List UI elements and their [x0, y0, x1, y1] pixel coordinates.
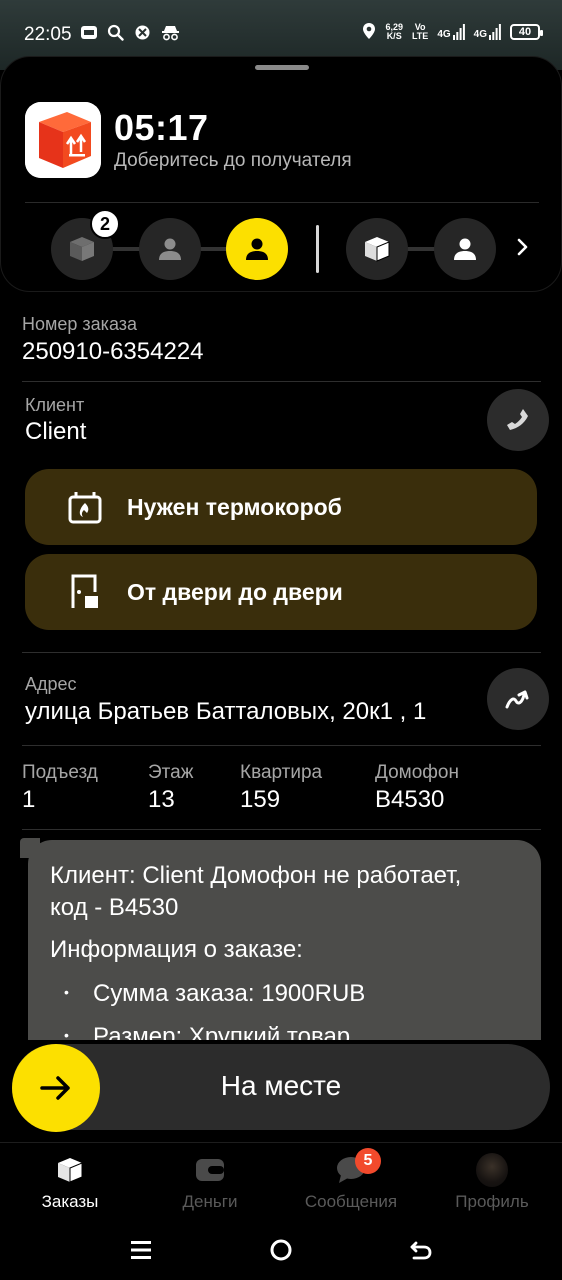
- floor-value: 13: [148, 786, 175, 813]
- tab-label: Заказы: [41, 1192, 99, 1211]
- client-label: Клиент: [25, 395, 85, 415]
- back-icon[interactable]: [407, 1236, 435, 1264]
- step-sender[interactable]: [139, 218, 201, 280]
- step-next-recipient[interactable]: [434, 218, 496, 280]
- route-icon: [505, 690, 529, 709]
- status-left-icons: [80, 24, 179, 41]
- comment-line-2: код - В4530: [50, 894, 179, 921]
- order-info-heading: Информация о заказе:: [50, 936, 303, 963]
- arrived-slider-knob[interactable]: [12, 1044, 100, 1132]
- order-header-sheet[interactable]: 05:17 Доберитесь до получателя 2: [0, 56, 562, 292]
- chat-icon: 5: [335, 1148, 381, 1186]
- order-number-value: 250910-6354224: [22, 338, 204, 365]
- volte-bottom: LTE: [411, 31, 429, 41]
- step-recipient-current[interactable]: [226, 218, 288, 280]
- divider: [25, 202, 539, 203]
- orders-box-icon: [54, 1154, 86, 1186]
- thermobox-icon: [65, 487, 105, 527]
- intercom-label: Домофон: [375, 762, 459, 783]
- entrance-value: 1: [22, 786, 36, 813]
- package-box-icon: [25, 102, 101, 178]
- divider: [22, 652, 541, 653]
- divider: [22, 829, 541, 830]
- chevron-right-icon[interactable]: [511, 235, 535, 259]
- signal-icon: [452, 24, 465, 40]
- door-icon: [65, 572, 105, 612]
- tab-label: Сообщения: [304, 1192, 398, 1211]
- status-right: 6,29 K/S Vo LTE 4G 4G 40: [362, 22, 543, 42]
- network-type-2: 4G: [473, 29, 487, 40]
- arrived-label: На месте: [220, 1070, 342, 1101]
- pickup-count-badge: 2: [90, 209, 120, 239]
- call-client-button[interactable]: [487, 389, 549, 451]
- home-icon[interactable]: [267, 1236, 295, 1264]
- divider: [22, 745, 541, 746]
- box-icon: [70, 237, 94, 261]
- incognito-icon: [161, 24, 179, 41]
- task-subtitle: Доберитесь до получателя: [114, 150, 352, 171]
- signal-2: 4G: [474, 24, 501, 40]
- network-type-1: 4G: [437, 29, 451, 40]
- tab-profile[interactable]: Профиль: [422, 1153, 562, 1224]
- speed-unit: K/S: [386, 31, 402, 41]
- tag-label: Нужен термокороб: [127, 493, 342, 520]
- phone-icon: [507, 409, 528, 430]
- person-icon: [159, 238, 181, 260]
- tab-label: Профиль: [455, 1192, 529, 1211]
- tab-orders[interactable]: Заказы: [0, 1154, 140, 1224]
- search-icon: [107, 24, 124, 41]
- client-comment-bubble: Клиент: Client Домофон не работает, код …: [28, 840, 541, 1040]
- box-icon: [365, 237, 390, 262]
- tag-label: От двери до двери: [127, 578, 343, 605]
- tab-money[interactable]: Деньги: [140, 1154, 280, 1224]
- countdown-timer: 05:17: [114, 107, 209, 148]
- signal-1: 4G: [437, 24, 465, 40]
- order-sum: Сумма заказа: 1900RUB: [93, 980, 366, 1007]
- wallet-icon: [194, 1154, 226, 1186]
- apartment-label: Квартира: [240, 762, 323, 783]
- order-size: Размер: Хрупкий товар: [93, 1023, 351, 1040]
- status-time: 22:05: [24, 24, 72, 45]
- tag-door-to-door: От двери до двери: [25, 554, 537, 630]
- address-label: Адрес: [25, 674, 77, 694]
- step-next-package[interactable]: [346, 218, 408, 280]
- avatar: [476, 1153, 508, 1187]
- tag-thermobox: Нужен термокороб: [25, 469, 537, 545]
- tab-messages[interactable]: 5 Сообщения: [281, 1148, 421, 1224]
- floor-label: Этаж: [148, 762, 194, 783]
- volte-indicator: Vo LTE: [412, 23, 428, 41]
- tab-label: Деньги: [182, 1192, 238, 1211]
- intercom-value: В4530: [375, 786, 445, 813]
- address-value: улица Братьев Батталовых, 20к1 , 1: [25, 698, 427, 725]
- apartment-value: 159: [240, 786, 281, 813]
- avatar-icon: [476, 1153, 508, 1187]
- bug-icon: [134, 24, 151, 41]
- client-name: Client: [25, 418, 87, 445]
- mts-icon: [80, 24, 97, 41]
- arrow-right-icon: [40, 1076, 70, 1100]
- sheet-drag-handle[interactable]: [255, 65, 309, 70]
- signal-icon: [489, 24, 501, 40]
- person-icon: [246, 238, 268, 260]
- step-group-separator: [316, 225, 319, 273]
- route-button[interactable]: [487, 668, 549, 730]
- divider: [22, 381, 541, 382]
- battery-indicator: 40: [510, 24, 543, 40]
- network-speed: 6,29 K/S: [385, 23, 403, 41]
- bullet-dot: •: [64, 1027, 69, 1040]
- location-icon: [362, 22, 376, 42]
- recent-apps-icon[interactable]: [127, 1236, 155, 1264]
- bullet-dot: •: [64, 984, 69, 1000]
- person-icon: [454, 238, 476, 260]
- order-number-label: Номер заказа: [22, 314, 138, 334]
- entrance-label: Подъезд: [22, 762, 98, 783]
- comment-line-1: Клиент: Client Домофон не работает,: [50, 862, 462, 889]
- unread-messages-badge: 5: [355, 1148, 381, 1174]
